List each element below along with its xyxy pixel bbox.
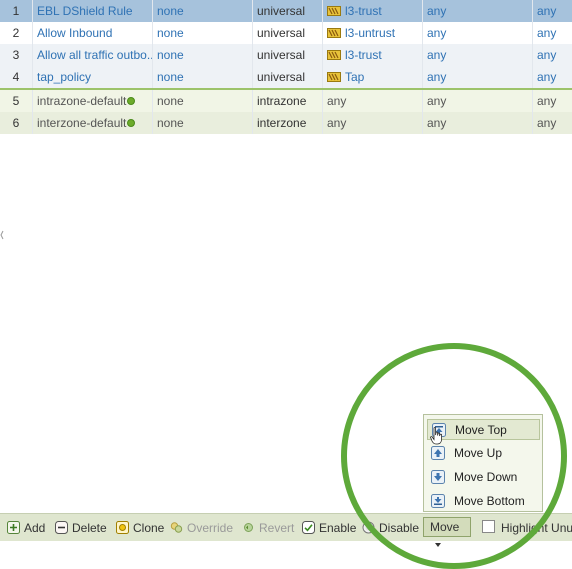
- clone-icon: [116, 521, 129, 534]
- zone-label: Tap: [345, 70, 365, 84]
- move-bottom-label: Move Bottom: [454, 494, 525, 508]
- rule-tag: none: [153, 66, 253, 88]
- collapse-handle-icon[interactable]: [0, 230, 4, 240]
- move-dropdown-button[interactable]: Move: [423, 517, 471, 547]
- move-up-label: Move Up: [454, 446, 503, 460]
- add-label: Add: [24, 521, 46, 535]
- rule-tag: none: [153, 22, 253, 44]
- table-row[interactable]: 1 EBL DShield Rule none universal l3-tru…: [0, 0, 572, 22]
- enable-label: Enable: [319, 521, 357, 535]
- add-icon: [7, 521, 20, 534]
- highlight-unused-checkbox[interactable]: [482, 520, 495, 533]
- rule-type: interzone: [253, 112, 323, 134]
- revert-icon: [244, 523, 253, 532]
- rule-source-address: any: [423, 0, 533, 22]
- clone-label: Clone: [133, 521, 165, 535]
- rule-type: universal: [253, 44, 323, 66]
- move-up-icon: [431, 446, 445, 460]
- enable-button[interactable]: Enable: [302, 519, 356, 537]
- rule-zone[interactable]: Tap: [323, 66, 423, 88]
- rule-tag: none: [153, 44, 253, 66]
- rule-extra: any: [537, 94, 557, 108]
- disable-icon: [362, 521, 375, 534]
- rule-type: universal: [253, 66, 323, 88]
- rule-name-label: intrazone-default: [37, 94, 127, 108]
- policy-toolbar: Add Delete Clone Override Revert Enable …: [0, 513, 572, 547]
- table-row[interactable]: 3 Allow all traffic outbo... none univer…: [0, 44, 572, 66]
- rule-name-link[interactable]: EBL DShield Rule: [33, 0, 153, 22]
- rule-extra: any: [537, 4, 557, 18]
- hand-cursor-icon: [430, 427, 442, 445]
- override-button[interactable]: Override: [170, 519, 233, 537]
- enable-icon: [302, 521, 315, 534]
- rule-type: universal: [253, 0, 323, 22]
- add-button[interactable]: Add: [7, 519, 45, 537]
- zone-icon: [327, 28, 341, 38]
- zone-icon: [327, 50, 341, 60]
- move-down-label: Move Down: [454, 470, 518, 484]
- rule-source-address: any: [423, 90, 533, 112]
- revert-button[interactable]: Revert: [242, 519, 294, 537]
- default-rule-icon: [127, 119, 136, 127]
- rule-extra: any: [537, 70, 557, 84]
- rule-type: universal: [253, 22, 323, 44]
- move-down-icon: [431, 470, 445, 484]
- rule-number: 3: [0, 44, 33, 66]
- highlight-unused-label: Highlight Unus: [501, 521, 572, 535]
- rule-zone: any: [323, 90, 423, 112]
- rule-type: intrazone: [253, 90, 323, 112]
- rule-number: 5: [0, 90, 33, 112]
- rule-number: 4: [0, 66, 33, 88]
- disable-label: Disable: [379, 521, 420, 535]
- rule-source-address: any: [423, 22, 533, 44]
- rule-name[interactable]: interzone-default: [33, 112, 153, 134]
- rule-tag: none: [153, 112, 253, 134]
- zone-label: l3-trust: [345, 48, 382, 62]
- rule-tag: none: [153, 0, 253, 22]
- rule-name[interactable]: intrazone-default: [33, 90, 153, 112]
- rule-zone[interactable]: l3-untrust: [323, 22, 423, 44]
- rule-tag: none: [153, 90, 253, 112]
- delete-button[interactable]: Delete: [55, 519, 107, 537]
- rule-zone: any: [323, 112, 423, 134]
- zone-label: l3-untrust: [345, 26, 396, 40]
- override-label: Override: [187, 521, 234, 535]
- clone-button[interactable]: Clone: [116, 519, 164, 537]
- rule-number: 2: [0, 22, 33, 44]
- rule-source-address: any: [423, 66, 533, 88]
- table-row[interactable]: 4 tap_policy none universal Tap any any: [0, 66, 572, 88]
- rule-source-address: any: [423, 44, 533, 66]
- rule-name-link[interactable]: Allow Inbound: [33, 22, 153, 44]
- delete-label: Delete: [72, 521, 107, 535]
- rule-extra: any: [537, 48, 557, 62]
- rule-name-label: interzone-default: [37, 116, 127, 130]
- rule-zone[interactable]: l3-trust: [323, 0, 423, 22]
- rule-number: 1: [0, 0, 33, 22]
- zone-icon: [327, 72, 341, 82]
- revert-label: Revert: [259, 521, 295, 535]
- zone-icon: [327, 6, 341, 16]
- rule-source-address: any: [423, 112, 533, 134]
- move-top-label: Move Top: [455, 423, 507, 437]
- rule-extra: any: [537, 116, 557, 130]
- disable-button[interactable]: Disable: [362, 519, 419, 537]
- zone-label: l3-trust: [345, 4, 382, 18]
- move-down-menu-item[interactable]: Move Down: [427, 467, 540, 488]
- override-icon: [170, 522, 183, 533]
- table-row[interactable]: 2 Allow Inbound none universal l3-untrus…: [0, 22, 572, 44]
- delete-icon: [55, 521, 68, 534]
- rule-name-link[interactable]: Allow all traffic outbo...: [33, 44, 153, 66]
- chevron-down-icon: [435, 543, 441, 547]
- move-label: Move: [430, 520, 460, 534]
- move-bottom-menu-item[interactable]: Move Bottom: [427, 491, 540, 512]
- rule-zone[interactable]: l3-trust: [323, 44, 423, 66]
- rule-name-link[interactable]: tap_policy: [33, 66, 153, 88]
- default-rule-icon: [127, 97, 136, 105]
- rule-extra: any: [537, 26, 557, 40]
- rule-number: 6: [0, 112, 33, 134]
- table-row[interactable]: 5 intrazone-default none intrazone any a…: [0, 90, 572, 112]
- move-up-menu-item[interactable]: Move Up: [427, 443, 540, 464]
- move-bottom-icon: [431, 494, 445, 508]
- table-row[interactable]: 6 interzone-default none interzone any a…: [0, 112, 572, 134]
